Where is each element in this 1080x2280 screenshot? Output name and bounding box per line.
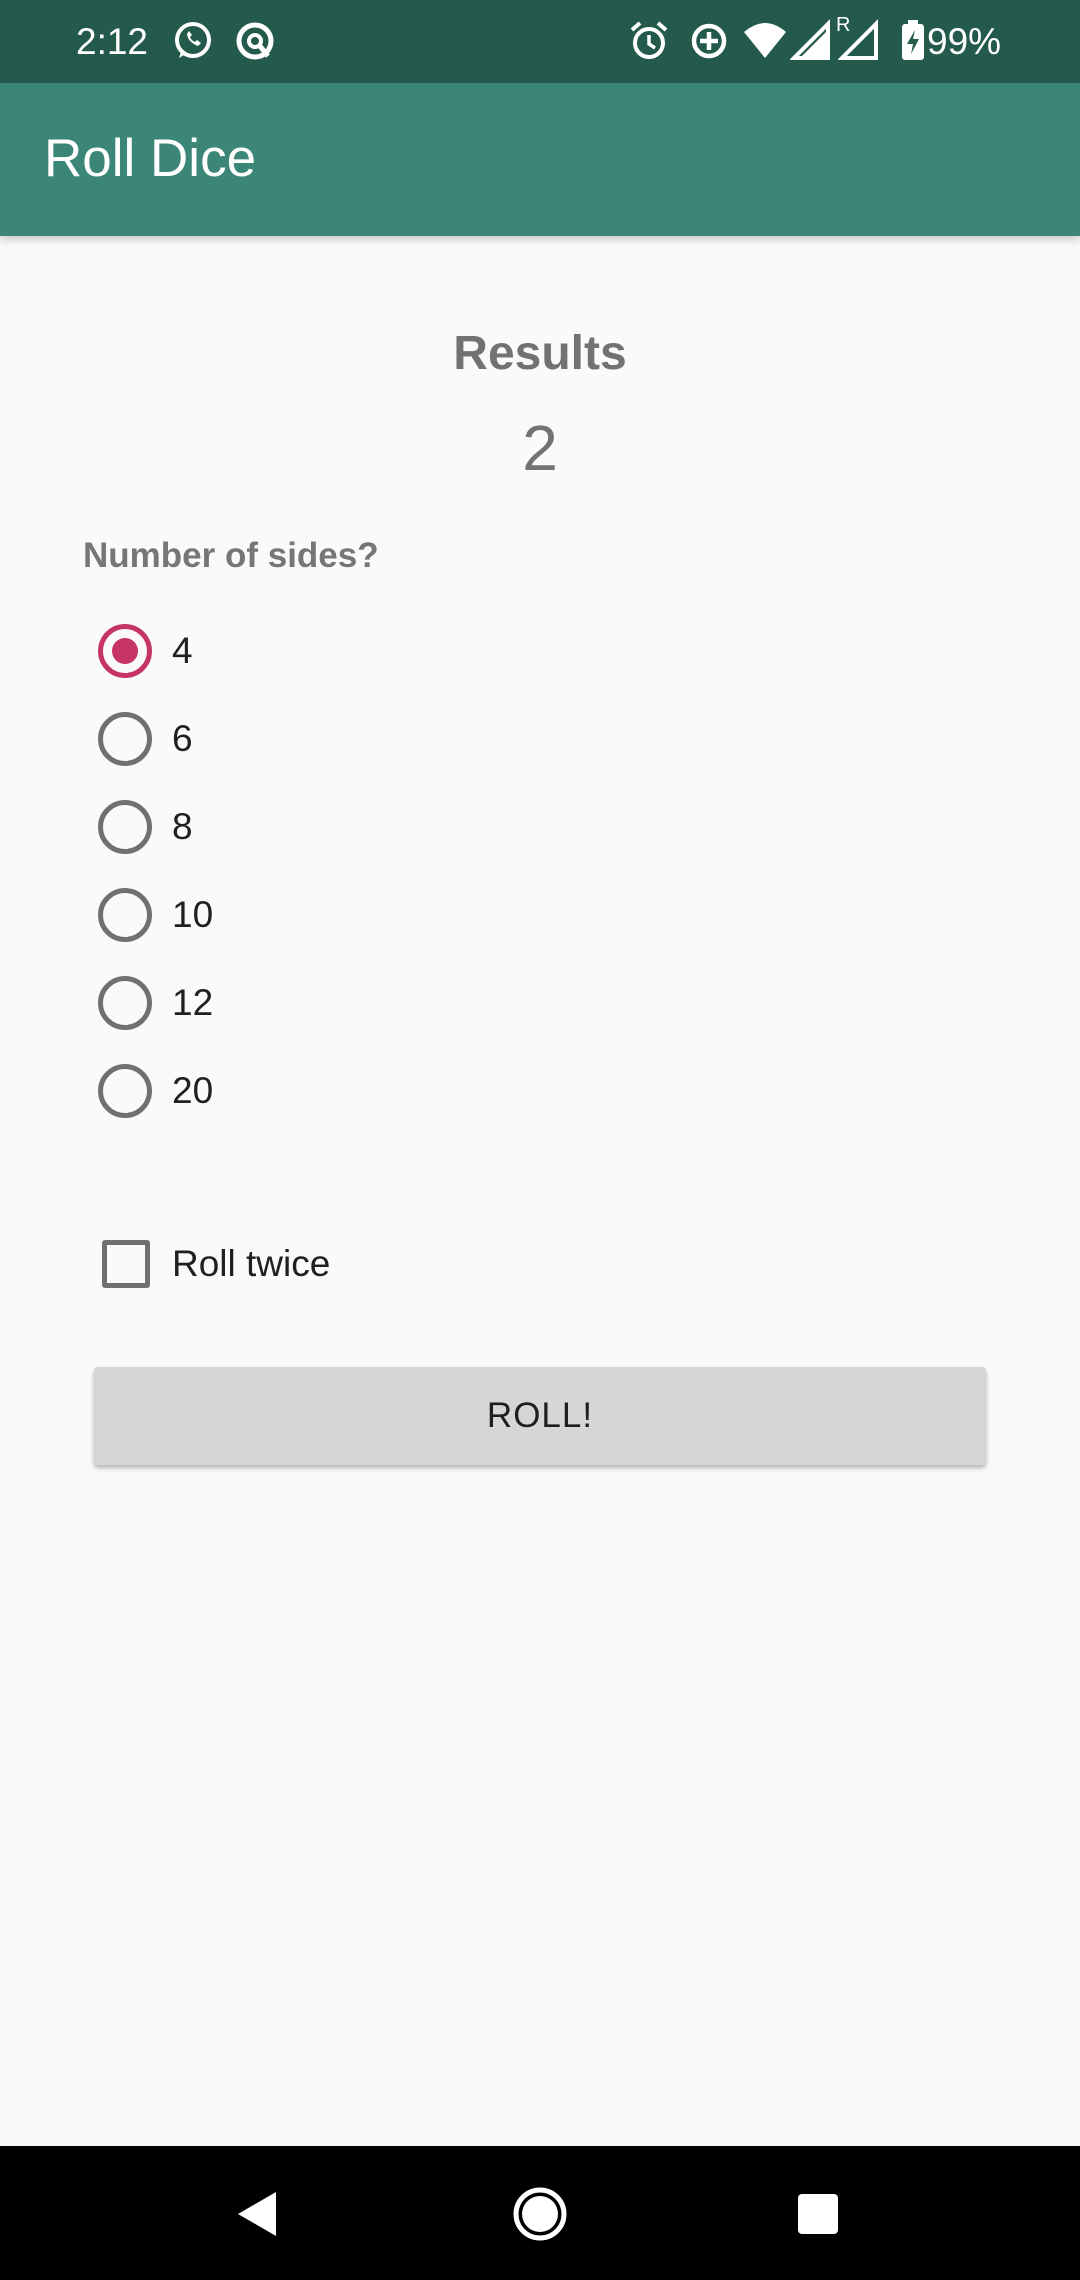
app-title: Roll Dice — [44, 129, 257, 188]
radio-unselected-icon[interactable] — [98, 712, 152, 766]
radio-option-8[interactable]: 8 — [90, 783, 590, 871]
radio-label: 8 — [172, 806, 193, 847]
recents-icon[interactable] — [788, 2184, 848, 2244]
radio-unselected-icon[interactable] — [98, 976, 152, 1030]
results-title: Results — [453, 327, 627, 380]
back-icon[interactable] — [228, 2184, 288, 2244]
data-saver-icon — [691, 23, 727, 59]
sides-label: Number of sides? — [83, 536, 379, 575]
alarm-icon — [630, 21, 668, 59]
checkbox-unchecked-icon[interactable] — [102, 1240, 150, 1288]
radio-label: 10 — [172, 894, 214, 935]
radio-label: 6 — [172, 718, 193, 759]
battery-percent: 99% — [927, 21, 1002, 62]
app-bar: Roll Dice — [0, 83, 1080, 236]
radio-option-10[interactable]: 10 — [90, 871, 590, 959]
radio-unselected-icon[interactable] — [98, 888, 152, 942]
signal-roaming-icon — [790, 19, 830, 60]
radio-label: 4 — [172, 630, 193, 671]
roll-twice-label: Roll twice — [172, 1243, 331, 1284]
radio-option-6[interactable]: 6 — [90, 695, 590, 783]
radio-option-4[interactable]: 4 — [90, 607, 590, 695]
wifi-icon — [744, 23, 786, 58]
radio-option-20[interactable]: 20 — [90, 1047, 590, 1135]
results-value: 2 — [522, 412, 558, 484]
radio-label: 12 — [172, 982, 214, 1023]
signal-icon — [838, 19, 878, 60]
navigation-bar — [0, 2146, 1080, 2280]
roll-twice-checkbox[interactable]: Roll twice — [90, 1220, 590, 1308]
home-icon[interactable] — [510, 2184, 570, 2244]
sync-icon — [236, 22, 274, 60]
status-time: 2:12 — [76, 21, 149, 62]
radio-unselected-icon[interactable] — [98, 1064, 152, 1118]
whatsapp-icon — [175, 22, 211, 58]
roll-button[interactable]: ROLL! — [94, 1367, 986, 1465]
status-bar: 2:12 R 99% — [0, 0, 1080, 83]
radio-option-12[interactable]: 12 — [90, 959, 590, 1047]
radio-unselected-icon[interactable] — [98, 800, 152, 854]
radio-selected-icon[interactable] — [98, 624, 152, 678]
radio-label: 20 — [172, 1070, 214, 1111]
